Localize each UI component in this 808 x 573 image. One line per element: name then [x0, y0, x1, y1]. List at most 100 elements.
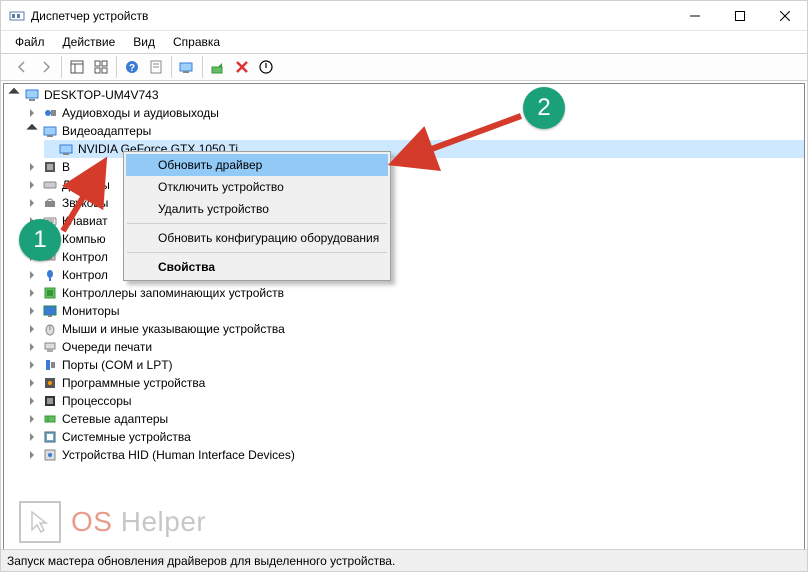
category-icon [42, 321, 58, 337]
nav-forward-button[interactable] [35, 56, 57, 78]
category-label: Сетевые адаптеры [62, 410, 168, 428]
tree-category[interactable]: Очереди печати [26, 338, 804, 356]
minimize-button[interactable] [672, 1, 717, 31]
category-label: Устройства HID (Human Interface Devices) [62, 446, 295, 464]
statusbar: Запуск мастера обновления драйверов для … [1, 549, 807, 571]
category-icon [42, 177, 58, 193]
close-button[interactable] [762, 1, 807, 31]
category-icon [42, 357, 58, 373]
tree-root-label: DESKTOP-UM4V743 [44, 86, 159, 104]
category-icon [42, 123, 58, 139]
expander-icon[interactable] [26, 377, 38, 389]
tree-category[interactable]: Процессоры [26, 392, 804, 410]
category-label: Системные устройства [62, 428, 191, 446]
category-icon [42, 303, 58, 319]
category-label: Порты (COM и LPT) [62, 356, 173, 374]
annotation-badge-2: 2 [523, 87, 565, 129]
toolbar-view-icon[interactable] [66, 56, 88, 78]
category-label: Аудиовходы и аудиовыходы [62, 104, 219, 122]
toolbar-help-icon[interactable]: ? [121, 56, 143, 78]
context-menu: Обновить драйвер Отключить устройство Уд… [123, 151, 391, 281]
toolbar-scan-icon[interactable] [176, 56, 198, 78]
expander-icon[interactable] [26, 179, 38, 191]
expander-icon[interactable] [8, 89, 20, 101]
category-label: Мыши и иные указывающие устройства [62, 320, 285, 338]
annotation-badge-1: 1 [19, 219, 61, 261]
category-label: В [62, 158, 70, 176]
category-icon [42, 447, 58, 463]
expander-icon[interactable] [26, 125, 38, 137]
toolbar-update-driver-icon[interactable] [207, 56, 229, 78]
toolbar: ? [1, 53, 807, 81]
tree-category[interactable]: Программные устройства [26, 374, 804, 392]
expander-icon[interactable] [26, 341, 38, 353]
toolbar-disable-icon[interactable] [255, 56, 277, 78]
category-label: Программные устройства [62, 374, 205, 392]
expander-icon[interactable] [26, 197, 38, 209]
expander-icon[interactable] [26, 431, 38, 443]
category-label: Компью [62, 230, 106, 248]
expander-icon[interactable] [26, 107, 38, 119]
category-label: Контрол [62, 266, 108, 284]
menu-action[interactable]: Действие [55, 33, 124, 51]
category-label: Процессоры [62, 392, 132, 410]
category-icon [42, 393, 58, 409]
category-icon [42, 339, 58, 355]
context-remove-device[interactable]: Удалить устройство [126, 198, 388, 220]
app-icon [9, 8, 25, 24]
category-icon [42, 267, 58, 283]
category-icon [42, 411, 58, 427]
expander-icon[interactable] [26, 269, 38, 281]
context-properties[interactable]: Свойства [126, 256, 388, 278]
category-label: Очереди печати [62, 338, 152, 356]
menu-file[interactable]: Файл [7, 33, 53, 51]
tree-category[interactable]: Порты (COM и LPT) [26, 356, 804, 374]
context-separator [127, 223, 387, 224]
tree-category[interactable]: Устройства HID (Human Interface Devices) [26, 446, 804, 464]
expander-icon[interactable] [26, 359, 38, 371]
category-label: Мониторы [62, 302, 119, 320]
expander-icon[interactable] [26, 323, 38, 335]
maximize-button[interactable] [717, 1, 762, 31]
category-label: Звуковы [62, 194, 108, 212]
expander-icon[interactable] [26, 395, 38, 407]
tree-category[interactable]: Сетевые адаптеры [26, 410, 804, 428]
expander-icon[interactable] [26, 449, 38, 461]
category-icon [42, 105, 58, 121]
tree-category[interactable]: Мыши и иные указывающие устройства [26, 320, 804, 338]
expander-icon[interactable] [26, 413, 38, 425]
category-label: Контроллеры запоминающих устройств [62, 284, 284, 302]
category-icon [42, 195, 58, 211]
expander-icon[interactable] [26, 287, 38, 299]
window-title: Диспетчер устройств [31, 9, 148, 23]
computer-icon [24, 87, 40, 103]
toolbar-properties-icon[interactable] [145, 56, 167, 78]
nav-back-button[interactable] [11, 56, 33, 78]
tree-category[interactable]: Аудиовходы и аудиовыходы [26, 104, 804, 122]
toolbar-uninstall-icon[interactable] [231, 56, 253, 78]
tree-root[interactable]: DESKTOP-UM4V743 [8, 86, 804, 104]
toolbar-grid-icon[interactable] [90, 56, 112, 78]
svg-text:?: ? [129, 63, 135, 74]
cursor-icon [19, 501, 61, 543]
category-icon [42, 285, 58, 301]
context-update-driver[interactable]: Обновить драйвер [126, 154, 388, 176]
tree-category[interactable]: Системные устройства [26, 428, 804, 446]
context-scan-hardware[interactable]: Обновить конфигурацию оборудования [126, 227, 388, 249]
category-label: Дисковы [62, 176, 110, 194]
watermark-text: OS Helper [71, 506, 206, 538]
expander-icon[interactable] [26, 305, 38, 317]
tree-category[interactable]: Контроллеры запоминающих устройств [26, 284, 804, 302]
tree-category[interactable]: Видеоадаптеры [26, 122, 804, 140]
device-tree-panel: DESKTOP-UM4V743 Аудиовходы и аудиовыходы… [3, 83, 805, 561]
menu-view[interactable]: Вид [125, 33, 163, 51]
status-text: Запуск мастера обновления драйверов для … [7, 554, 395, 568]
menu-help[interactable]: Справка [165, 33, 228, 51]
category-label: Контрол [62, 248, 108, 266]
category-icon [42, 429, 58, 445]
category-icon [42, 159, 58, 175]
tree-category[interactable]: Мониторы [26, 302, 804, 320]
titlebar: Диспетчер устройств [1, 1, 807, 31]
context-disable-device[interactable]: Отключить устройство [126, 176, 388, 198]
expander-icon[interactable] [26, 161, 38, 173]
